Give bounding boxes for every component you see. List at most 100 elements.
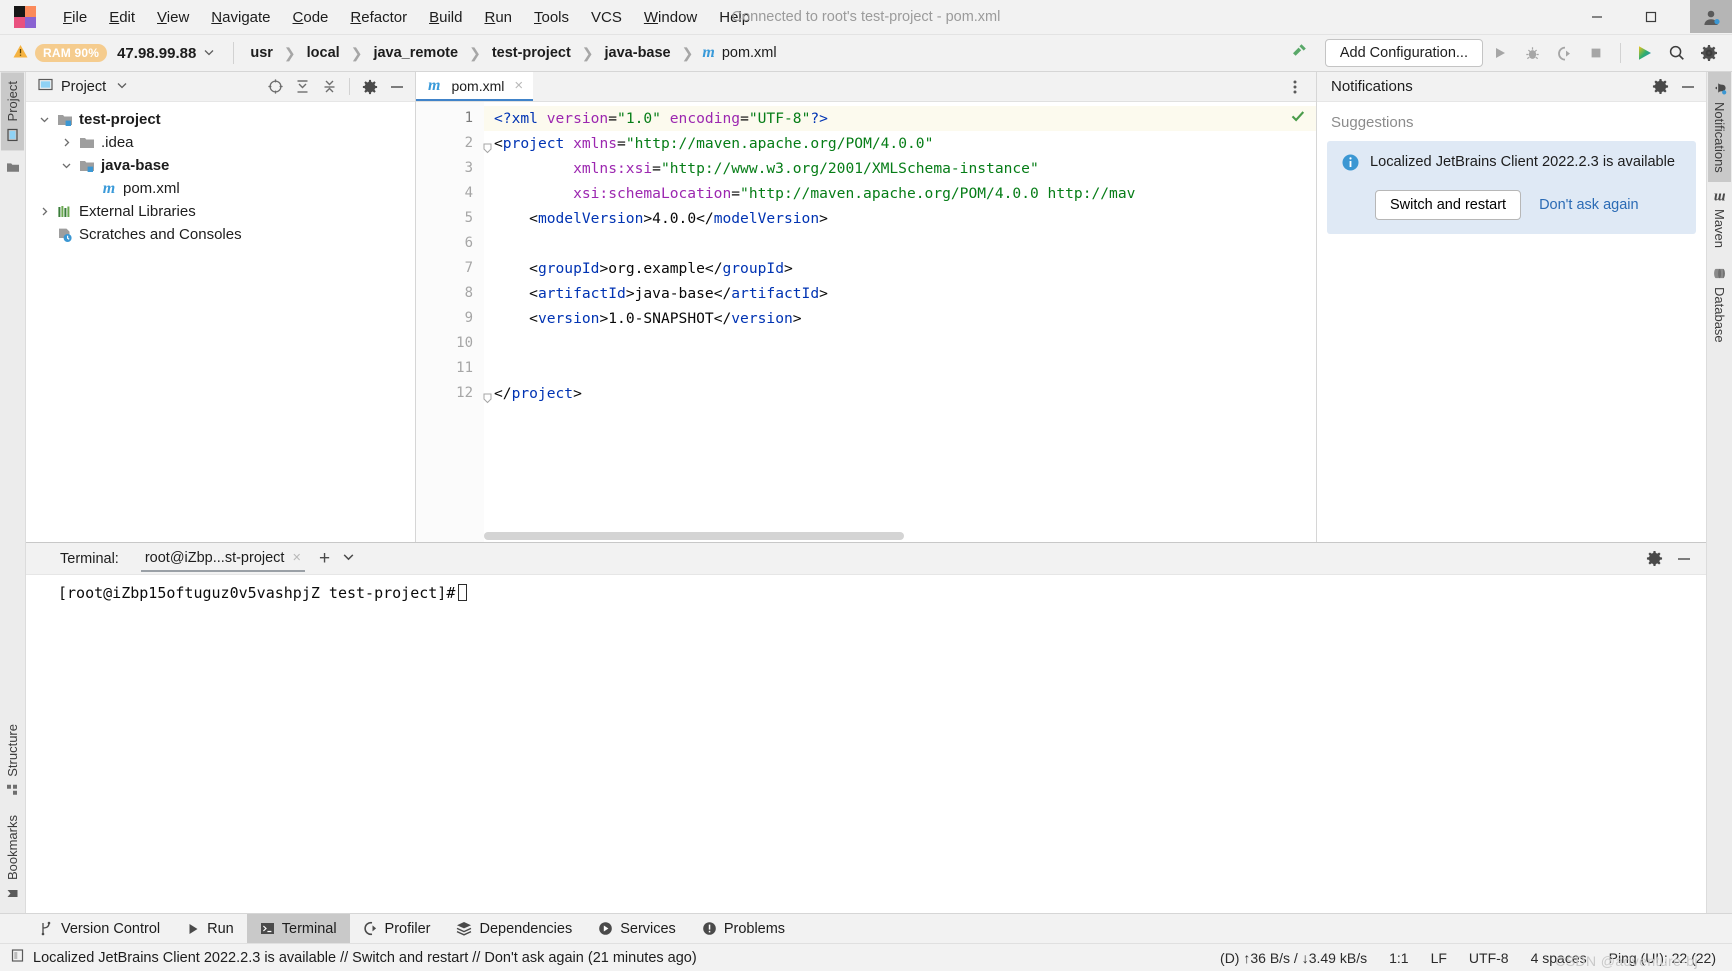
menu-item-tools[interactable]: Tools [523, 5, 580, 30]
bottom-tab-run[interactable]: Run [173, 914, 247, 943]
bottom-tab-version-control[interactable]: Version Control [26, 914, 173, 943]
search-icon[interactable] [1662, 39, 1692, 67]
new-terminal-button[interactable]: + [319, 548, 330, 570]
menu-item-file[interactable]: File [52, 5, 98, 30]
tree-node-external-libraries[interactable]: External Libraries [26, 200, 415, 223]
debug-button[interactable] [1517, 39, 1547, 67]
avatar[interactable] [1690, 0, 1732, 33]
ai-assistant-icon[interactable] [1630, 39, 1660, 67]
collapse-all-icon[interactable] [317, 75, 341, 99]
project-view-dropdown-icon[interactable] [116, 78, 128, 95]
tree-node-test-project[interactable]: test-project [26, 108, 415, 131]
close-terminal-tab-icon[interactable]: × [292, 550, 300, 566]
sidebar-item-project[interactable]: Project [1, 72, 24, 151]
menu-item-run[interactable]: Run [473, 5, 523, 30]
more-options-icon[interactable] [1284, 76, 1306, 98]
ram-indicator[interactable]: RAM 90% [35, 44, 108, 62]
code-line[interactable]: xsi:schemaLocation="http://maven.apache.… [484, 181, 1316, 206]
tree-node-scratches-and-consoles[interactable]: Scratches and Consoles [26, 223, 415, 246]
chevron-down-icon[interactable] [56, 160, 76, 171]
breadcrumb-item-pom-xml[interactable]: pom.xml [720, 43, 779, 63]
sidebar-item-structure[interactable]: Structure [1, 715, 24, 806]
run-button[interactable] [1485, 39, 1515, 67]
dont-ask-again-link[interactable]: Don't ask again [1539, 197, 1639, 213]
hide-project-panel-icon[interactable] [385, 75, 409, 99]
terminal-dropdown-icon[interactable] [342, 550, 355, 567]
breadcrumb-item-test-project[interactable]: test-project [490, 43, 573, 63]
code-line[interactable]: <artifactId>java-base</artifactId> [484, 281, 1316, 306]
hide-terminal-panel-icon[interactable] [1672, 547, 1696, 571]
breadcrumb-item-local[interactable]: local [305, 43, 342, 63]
bottom-tab-dependencies[interactable]: Dependencies [443, 914, 585, 943]
notifications-settings-gear-icon[interactable] [1648, 75, 1672, 99]
expand-all-icon[interactable] [290, 75, 314, 99]
code-line[interactable] [484, 331, 1316, 356]
code-content[interactable]: <?xml version="1.0" encoding="UTF-8"?> <p… [484, 102, 1316, 542]
add-configuration-button[interactable]: Add Configuration... [1324, 39, 1483, 67]
sidebar-item-bookmarks[interactable]: Bookmarks [1, 806, 24, 909]
hide-notifications-panel-icon[interactable] [1676, 75, 1700, 99]
remote-host-label[interactable]: 47.98.99.88 [117, 45, 196, 62]
code-line[interactable]: <modelVersion>4.0.0</modelVersion> [484, 206, 1316, 231]
tree-node-pom-xml[interactable]: m pom.xml [26, 177, 415, 200]
status-notification-icon[interactable] [10, 948, 25, 967]
terminal-settings-gear-icon[interactable] [1642, 547, 1666, 571]
code-line[interactable]: <?xml version="1.0" encoding="UTF-8"?> [484, 106, 1316, 131]
inspection-ok-icon[interactable] [1290, 108, 1306, 128]
minimize-button[interactable] [1570, 0, 1624, 34]
menu-item-view[interactable]: View [146, 5, 200, 30]
network-speed-indicator[interactable]: (D) ↑36 B/s / ↓3.49 kB/s [1220, 950, 1367, 966]
code-line[interactable]: <project xmlns="http://maven.apache.org/… [484, 131, 1316, 156]
code-line[interactable]: xmlns:xsi="http://www.w3.org/2001/XMLSch… [484, 156, 1316, 181]
close-tab-icon[interactable]: × [514, 77, 523, 94]
menu-item-window[interactable]: Window [633, 5, 708, 30]
sidebar-item-database[interactable]: Database [1708, 258, 1731, 352]
tree-node-java-base[interactable]: java-base [26, 154, 415, 177]
ping-indicator[interactable]: Ping (UI): 22 (22) [1609, 950, 1716, 966]
menu-item-refactor[interactable]: Refactor [339, 5, 418, 30]
menu-item-help[interactable]: Help [708, 5, 761, 30]
menu-item-vcs[interactable]: VCS [580, 5, 633, 30]
caret-position[interactable]: 1:1 [1389, 950, 1408, 966]
select-opened-file-icon[interactable] [263, 75, 287, 99]
menu-item-navigate[interactable]: Navigate [200, 5, 281, 30]
chevron-down-icon[interactable] [34, 114, 54, 125]
terminal-output[interactable]: [root@iZbp15oftuguz0v5vashpjZ test-proje… [26, 575, 1706, 913]
breadcrumb-item-usr[interactable]: usr [248, 43, 275, 63]
status-message[interactable]: Localized JetBrains Client 2022.2.3 is a… [33, 950, 697, 966]
settings-gear-icon[interactable] [1694, 39, 1724, 67]
bottom-tab-terminal[interactable]: Terminal [246, 914, 350, 943]
breadcrumb-item-java-remote[interactable]: java_remote [371, 43, 460, 63]
editor-tab-pom-xml[interactable]: m pom.xml × [416, 72, 534, 101]
code-editor[interactable]: 1 2 3 4 5 6 7 8 9 10 11 12 <?xml version="1.0" enco… [416, 102, 1316, 542]
editor-horizontal-scrollbar[interactable] [484, 532, 904, 540]
maximize-button[interactable] [1624, 0, 1678, 34]
tree-node--idea[interactable]: .idea [26, 131, 415, 154]
bottom-tab-problems[interactable]: Problems [689, 914, 798, 943]
project-settings-gear-icon[interactable] [358, 75, 382, 99]
stop-button[interactable] [1581, 39, 1611, 67]
sidebar-item-maven[interactable]: m Maven [1707, 182, 1732, 258]
chevron-down-icon[interactable] [203, 45, 215, 62]
chevron-right-icon[interactable] [56, 137, 76, 148]
breadcrumb-item-java-base[interactable]: java-base [603, 43, 673, 63]
menu-item-edit[interactable]: Edit [98, 5, 146, 30]
bottom-tab-profiler[interactable]: Profiler [350, 914, 444, 943]
file-encoding[interactable]: UTF-8 [1469, 950, 1509, 966]
sidebar-item-notifications[interactable]: Notifications [1708, 72, 1731, 182]
code-line[interactable]: </project> [484, 381, 1316, 406]
menu-item-code[interactable]: Code [282, 5, 340, 30]
code-line[interactable] [484, 356, 1316, 381]
code-line[interactable] [484, 231, 1316, 256]
switch-and-restart-button[interactable]: Switch and restart [1375, 190, 1522, 220]
code-line[interactable]: <groupId>org.example</groupId> [484, 256, 1316, 281]
run-with-coverage-button[interactable] [1549, 39, 1579, 67]
indent-setting[interactable]: 4 spaces [1531, 950, 1587, 966]
menu-item-build[interactable]: Build [418, 5, 473, 30]
code-line[interactable]: <version>1.0-SNAPSHOT</version> [484, 306, 1316, 331]
bottom-tab-services[interactable]: Services [585, 914, 689, 943]
build-hammer-icon[interactable] [1289, 41, 1309, 65]
line-separator[interactable]: LF [1431, 950, 1447, 966]
chevron-right-icon[interactable] [34, 206, 54, 217]
terminal-session-tab[interactable]: root@iZbp...st-project × [140, 545, 305, 572]
